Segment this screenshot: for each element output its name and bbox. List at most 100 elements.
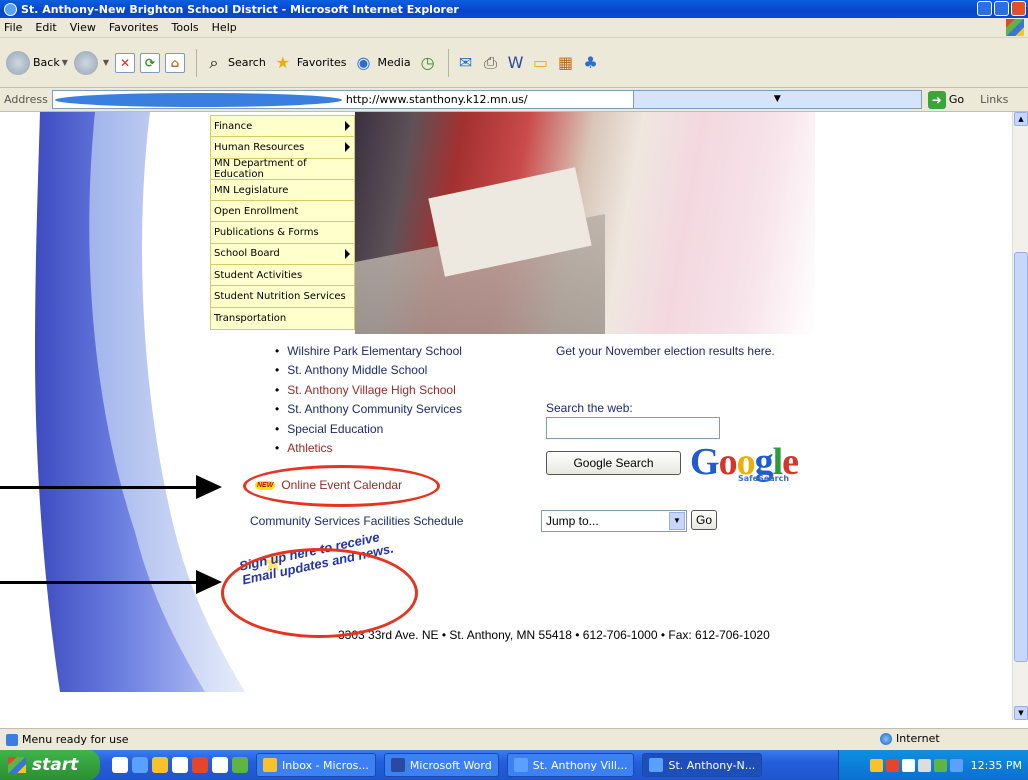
volume-tray-icon[interactable] <box>949 758 963 772</box>
menu-item-human-resources[interactable]: Human Resources <box>211 137 354 159</box>
window-title: St. Anthony-New Brighton School District… <box>21 2 459 16</box>
address-url[interactable]: http://www.stanthony.k12.mn.us/ <box>346 93 633 106</box>
task-label: St. Anthony Vill... <box>532 758 628 772</box>
start-button[interactable]: start <box>0 750 100 780</box>
school-link-special-education[interactable]: Special Education <box>275 422 462 441</box>
print-icon[interactable]: ⎙ <box>480 52 502 74</box>
vertical-scrollbar[interactable]: ▲ ▼ <box>1012 112 1028 720</box>
menu-item-finance[interactable]: Finance <box>211 116 354 138</box>
toolbar-separator <box>447 48 449 77</box>
search-label: Search <box>228 56 266 69</box>
facilities-schedule-link[interactable]: Community Services Facilities Schedule <box>250 514 463 528</box>
election-results-link[interactable]: Get your November election results here. <box>556 344 775 358</box>
menu-item-transportation[interactable]: Transportation <box>211 308 354 329</box>
network-tray-icon[interactable] <box>933 758 947 772</box>
outlook-express-icon[interactable] <box>152 757 168 773</box>
menu-item-mn-legislature[interactable]: MN Legislature <box>211 180 354 202</box>
address-bar: Address http://www.stanthony.k12.mn.us/ … <box>0 88 1028 112</box>
forward-arrow-icon <box>73 50 98 75</box>
printer-tray-icon[interactable] <box>917 758 931 772</box>
maximize-button[interactable] <box>994 1 1009 16</box>
menu-item-label: Finance <box>214 120 253 132</box>
annotation-ellipse-calendar <box>243 465 440 507</box>
school-link-high-school[interactable]: St. Anthony Village High School <box>275 383 462 402</box>
school-link-community-services[interactable]: St. Anthony Community Services <box>275 402 462 421</box>
school-link-athletics[interactable]: Athletics <box>275 441 462 460</box>
jump-go-button[interactable]: Go <box>691 510 717 530</box>
menu-edit[interactable]: Edit <box>35 21 56 34</box>
stop-icon[interactable]: ✕ <box>115 52 136 73</box>
refresh-icon[interactable]: ⟳ <box>140 52 161 73</box>
media-player-icon[interactable] <box>172 757 188 773</box>
word-icon <box>390 758 405 772</box>
task-inbox[interactable]: Inbox - Micros... <box>256 753 376 777</box>
zone-label: Internet <box>896 732 940 745</box>
address-input[interactable]: http://www.stanthony.k12.mn.us/ ▼ <box>51 90 922 109</box>
history-icon[interactable]: ◷ <box>417 52 439 74</box>
minimize-button[interactable] <box>977 1 992 16</box>
submenu-arrow-icon <box>345 121 350 132</box>
menu-item-label: Human Resources <box>214 141 305 153</box>
paint-icon[interactable] <box>212 757 228 773</box>
task-word[interactable]: Microsoft Word <box>383 753 499 777</box>
edit-icon[interactable]: W <box>505 52 527 74</box>
search-input[interactable] <box>546 417 720 439</box>
menu-view[interactable]: View <box>70 21 96 34</box>
windows-logo-icon <box>1006 19 1024 36</box>
scroll-up-icon[interactable]: ▲ <box>1014 112 1028 126</box>
chevron-down-icon[interactable]: ▼ <box>669 512 685 530</box>
school-link-wilshire-park[interactable]: Wilshire Park Elementary School <box>275 344 462 363</box>
scrollbar-thumb[interactable] <box>1014 252 1028 662</box>
discuss-icon[interactable]: ▭ <box>530 52 552 74</box>
media-label: Media <box>377 56 411 69</box>
window-controls <box>977 1 1026 16</box>
task-label: Microsoft Word <box>409 758 492 772</box>
media-button[interactable]: ◉ Media <box>353 52 411 74</box>
messenger-icon[interactable]: ♣ <box>580 52 602 74</box>
media-icon: ◉ <box>356 53 371 72</box>
task-st-anthony-village[interactable]: St. Anthony Vill... <box>506 753 635 777</box>
menu-item-mn-department-of-education[interactable]: MN Department of Education <box>211 158 354 180</box>
close-button[interactable] <box>1011 1 1026 16</box>
menu-item-label: Transportation <box>214 312 287 324</box>
menu-item-publications-forms[interactable]: Publications & Forms <box>211 222 354 244</box>
go-button[interactable]: ➜ Go <box>927 90 964 109</box>
annotation-arrowhead <box>196 570 222 594</box>
menu-item-student-activities[interactable]: Student Activities <box>211 265 354 287</box>
links-button[interactable]: Links <box>980 93 1008 106</box>
ie-icon <box>4 2 17 16</box>
star-icon: ★ <box>275 53 290 72</box>
search-icon: ⌕ <box>209 52 219 72</box>
page-content: Finance Human Resources MN Department of… <box>0 112 1012 720</box>
task-st-anthony-nb[interactable]: St. Anthony-N... <box>642 753 763 777</box>
back-button[interactable]: Back ▼ <box>6 50 68 75</box>
annotation-arrow <box>0 486 200 489</box>
mail-tray-icon[interactable] <box>869 758 883 772</box>
google-search-button[interactable]: Google Search <box>546 451 681 475</box>
menu-file[interactable]: File <box>4 21 22 34</box>
user-tray-icon[interactable] <box>901 758 915 772</box>
favorites-button[interactable]: ★ Favorites <box>272 52 347 74</box>
menu-favorites[interactable]: Favorites <box>109 21 159 34</box>
jump-to-select[interactable]: Jump to... ▼ <box>541 510 687 532</box>
task-label: Inbox - Micros... <box>282 758 369 772</box>
ie-icon[interactable] <box>132 757 148 773</box>
menu-tools[interactable]: Tools <box>172 21 199 34</box>
excel-icon[interactable] <box>232 757 248 773</box>
menu-item-open-enrollment[interactable]: Open Enrollment <box>211 201 354 223</box>
search-button[interactable]: ⌕ Search <box>203 52 266 74</box>
chevron-down-icon[interactable]: ▼ <box>632 91 921 108</box>
mail-icon[interactable]: ✉ <box>455 52 477 74</box>
scroll-down-icon[interactable]: ▼ <box>1014 706 1028 720</box>
tray-icons <box>869 758 963 772</box>
outlook-icon[interactable] <box>112 757 128 773</box>
app-tray-icon[interactable] <box>885 758 899 772</box>
research-icon[interactable]: ▦ <box>555 52 577 74</box>
menu-help[interactable]: Help <box>212 21 237 34</box>
forward-button[interactable]: ▼ <box>73 50 109 75</box>
school-link-middle-school[interactable]: St. Anthony Middle School <box>275 363 462 382</box>
app-icon[interactable] <box>192 757 208 773</box>
menu-item-student-nutrition-services[interactable]: Student Nutrition Services <box>211 286 354 308</box>
home-icon[interactable]: ⌂ <box>165 52 186 73</box>
menu-item-school-board[interactable]: School Board <box>211 244 354 266</box>
